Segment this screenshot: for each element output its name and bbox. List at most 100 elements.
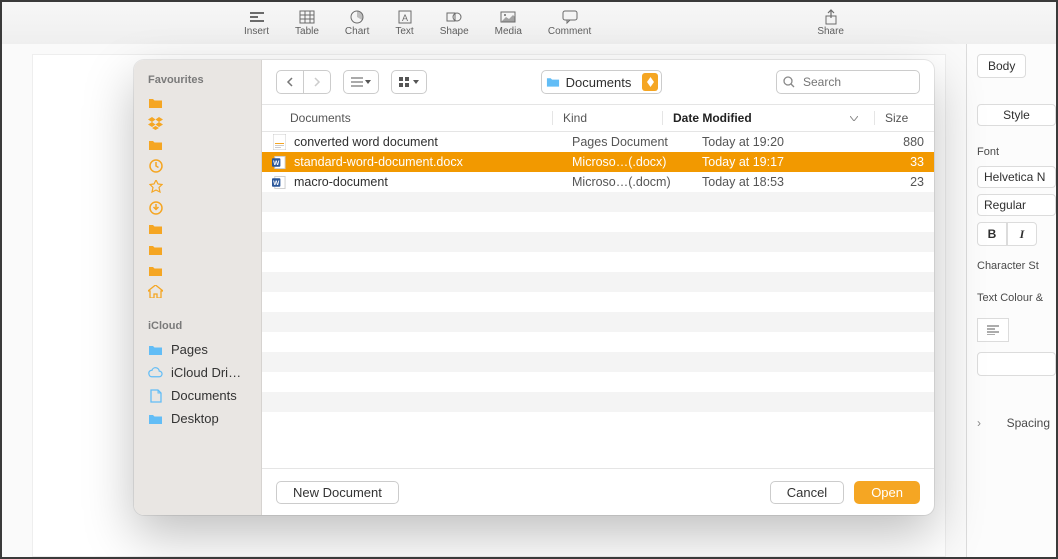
empty-row (262, 252, 934, 272)
file-date: Today at 19:20 (692, 135, 854, 149)
file-size: 23 (854, 175, 934, 189)
file-row[interactable]: converted word document Pages DocumentTod… (262, 132, 934, 152)
sidebar-item-label: Desktop (171, 411, 219, 426)
sidebar-fav-item[interactable] (134, 92, 261, 113)
forward-button[interactable] (304, 70, 331, 94)
toolbar-share[interactable]: Share (817, 9, 844, 37)
sidebar-fav-item[interactable] (134, 155, 261, 176)
chart-icon (348, 9, 366, 25)
empty-row (262, 412, 934, 432)
column-kind[interactable]: Kind (552, 111, 662, 125)
toolbar-shape[interactable]: Shape (440, 9, 469, 37)
svg-text:W: W (273, 159, 280, 166)
font-style-select[interactable]: Regular (977, 194, 1056, 216)
toolbar-media[interactable]: Media (495, 9, 522, 37)
style-button[interactable]: Style (977, 104, 1056, 126)
insert-icon (248, 9, 266, 25)
list-view-button[interactable] (343, 70, 379, 94)
word-file-icon: W (272, 154, 286, 170)
svg-text:W: W (273, 179, 280, 186)
file-kind: Microso…(.docx) (562, 155, 692, 169)
sidebar-fav-item[interactable] (134, 239, 261, 260)
empty-row (262, 312, 934, 332)
sidebar-icloud-item[interactable]: Pages (134, 338, 261, 361)
word-file-icon: W (272, 174, 286, 190)
table-icon (298, 9, 316, 25)
location-icon (148, 366, 163, 379)
sidebar-icloud-item[interactable]: Desktop (134, 407, 261, 430)
file-kind: Pages Document (562, 135, 692, 149)
sidebar-fav-item[interactable] (134, 113, 261, 134)
location-selector[interactable]: Documents (541, 70, 663, 94)
colour-swatch[interactable] (977, 352, 1056, 376)
empty-row (262, 192, 934, 212)
column-name[interactable]: Documents (262, 111, 552, 125)
sidebar-item-label: Pages (171, 342, 208, 357)
font-family-select[interactable]: Helvetica N (977, 166, 1056, 188)
toolbar-table[interactable]: Table (295, 9, 319, 37)
sidebar-icloud-item[interactable]: Documents (134, 384, 261, 407)
share-icon (822, 9, 840, 25)
toolbar-insert[interactable]: Insert (244, 9, 269, 37)
dialog-footer: New Document Cancel Open (262, 468, 934, 515)
empty-row (262, 352, 934, 372)
icon-view-button[interactable] (391, 70, 427, 94)
clock-icon (148, 159, 163, 172)
shape-icon (445, 9, 463, 25)
file-date: Today at 19:17 (692, 155, 854, 169)
location-stepper-icon (642, 73, 658, 91)
home-icon (148, 285, 163, 298)
file-name: macro-document (294, 175, 388, 189)
spacing-row[interactable]: ›Spacing (977, 416, 1056, 430)
file-name: standard-word-document.docx (294, 155, 463, 169)
char-styles-label: Character St (977, 260, 1056, 272)
file-size: 33 (854, 155, 934, 169)
location-icon (148, 389, 163, 402)
inspector-panel: Body Style Font Helvetica N Regular B I … (966, 44, 1056, 557)
sidebar-fav-item[interactable] (134, 281, 261, 302)
toolbar-comment[interactable]: Comment (548, 9, 591, 37)
file-list: converted word documentPages DocumentTod… (262, 132, 934, 468)
new-document-button[interactable]: New Document (276, 481, 399, 504)
file-row[interactable]: Wstandard-word-document.docx Microso…(.do… (262, 152, 934, 172)
sidebar-fav-item[interactable] (134, 218, 261, 239)
column-size[interactable]: Size (874, 111, 934, 125)
toolbar-text[interactable]: A Text (395, 9, 413, 37)
file-name: converted word document (294, 135, 438, 149)
sidebar-fav-item[interactable] (134, 176, 261, 197)
text-icon: A (396, 9, 414, 25)
italic-button[interactable]: I (1007, 222, 1037, 246)
app-toolbar: Insert Table Chart A Text Shape Media (2, 2, 1056, 45)
folder-icon (148, 138, 163, 151)
dialog-sidebar: Favourites iCloud PagesiCloud Dri…Docume… (134, 60, 262, 515)
sidebar-fav-item[interactable] (134, 197, 261, 218)
sidebar-fav-item[interactable] (134, 260, 261, 281)
back-button[interactable] (276, 70, 304, 94)
file-date: Today at 18:53 (692, 175, 854, 189)
toolbar-chart[interactable]: Chart (345, 9, 369, 37)
pages-file-icon (272, 134, 286, 150)
search-icon (783, 76, 795, 88)
column-date[interactable]: Date Modified (662, 111, 874, 125)
sidebar-fav-item[interactable] (134, 134, 261, 155)
column-headers: Documents Kind Date Modified Size (262, 105, 934, 132)
media-icon (499, 9, 517, 25)
folder-icon (148, 96, 163, 109)
dialog-toolbar: Documents (262, 60, 934, 105)
svg-text:A: A (402, 13, 408, 23)
empty-row (262, 272, 934, 292)
file-kind: Microso…(.docm) (562, 175, 692, 189)
search-input[interactable] (776, 70, 920, 94)
folder-icon (148, 222, 163, 235)
cancel-button[interactable]: Cancel (770, 481, 844, 504)
inspector-tab-body[interactable]: Body (977, 54, 1026, 78)
bold-button[interactable]: B (977, 222, 1007, 246)
file-row[interactable]: Wmacro-document Microso…(.docm)Today at 1… (262, 172, 934, 192)
align-left-button[interactable] (977, 318, 1009, 342)
empty-row (262, 232, 934, 252)
sidebar-item-label: Documents (171, 388, 237, 403)
download-icon (148, 201, 163, 214)
sidebar-icloud-item[interactable]: iCloud Dri… (134, 361, 261, 384)
empty-row (262, 372, 934, 392)
open-button[interactable]: Open (854, 481, 920, 504)
